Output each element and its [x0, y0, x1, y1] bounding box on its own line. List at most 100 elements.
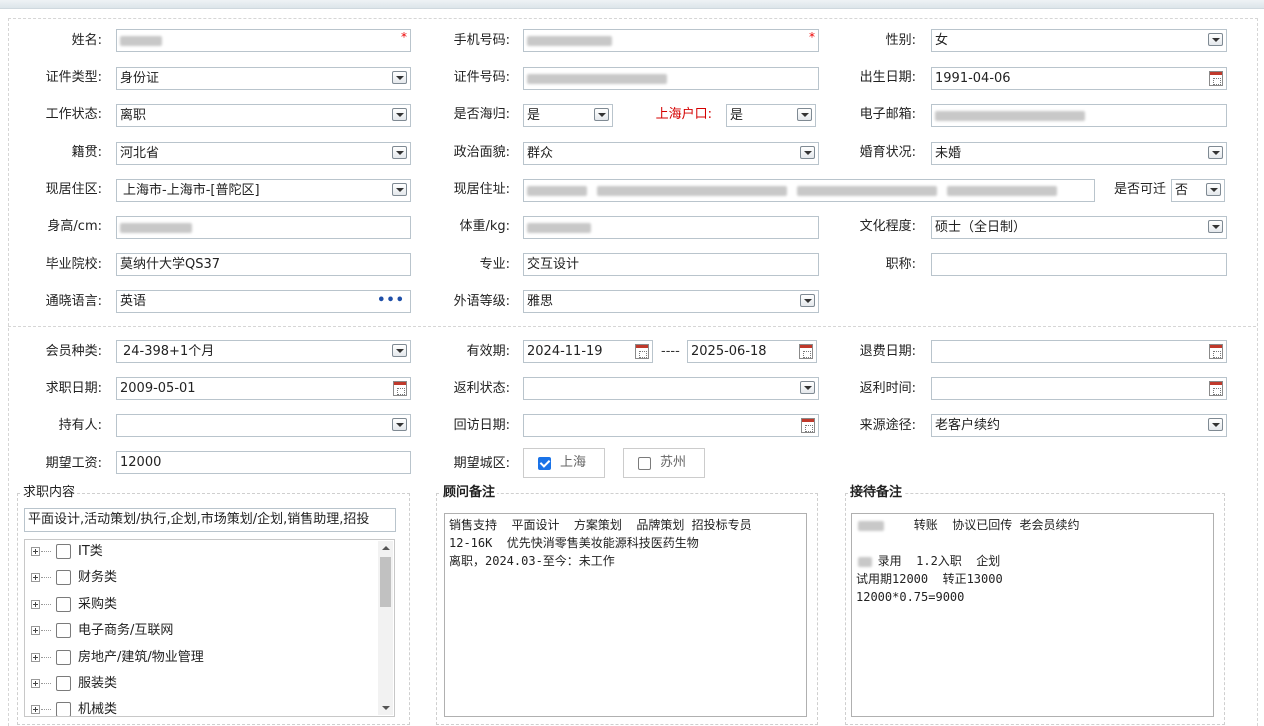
- scroll-up-icon[interactable]: [378, 541, 393, 555]
- source-select[interactable]: 老客户续约: [931, 414, 1227, 437]
- dropdown-arrow-icon[interactable]: [392, 146, 407, 159]
- major-input[interactable]: 交互设计: [523, 253, 819, 276]
- birth-date-input[interactable]: 1991-04-06: [931, 67, 1227, 90]
- top-bar: [0, 0, 1264, 9]
- dropdown-arrow-icon[interactable]: [392, 183, 407, 196]
- tree-scrollbar[interactable]: [378, 541, 393, 715]
- native-place-select[interactable]: 河北省: [116, 142, 411, 165]
- expand-icon[interactable]: [31, 679, 40, 688]
- hukou-select[interactable]: 是: [726, 104, 816, 127]
- political-label: 政治面貌:: [453, 145, 510, 160]
- expected-salary-value: 12000: [120, 455, 162, 470]
- relocate-value: 否: [1175, 183, 1189, 198]
- validity-end-input[interactable]: 2025-06-18: [687, 340, 817, 363]
- expand-icon[interactable]: [31, 626, 40, 635]
- expand-icon[interactable]: [31, 600, 40, 609]
- scroll-thumb[interactable]: [380, 557, 391, 607]
- height-input[interactable]: [116, 216, 411, 239]
- dropdown-arrow-icon[interactable]: [800, 294, 815, 307]
- calendar-icon[interactable]: [1209, 71, 1223, 86]
- political-select[interactable]: 群众: [523, 142, 819, 165]
- calendar-icon[interactable]: [801, 418, 815, 433]
- dropdown-arrow-icon[interactable]: [797, 108, 812, 121]
- rebate-status-label: 返利状态:: [453, 381, 510, 396]
- dropdown-arrow-icon[interactable]: [594, 108, 609, 121]
- name-input[interactable]: *: [116, 29, 411, 52]
- calendar-icon[interactable]: [1209, 344, 1223, 359]
- calendar-icon[interactable]: [635, 344, 649, 359]
- expand-icon[interactable]: [31, 653, 40, 662]
- id-number-input[interactable]: [523, 67, 819, 90]
- expected-salary-input[interactable]: 12000: [116, 451, 411, 474]
- more-options-icon[interactable]: •••: [377, 291, 405, 311]
- dropdown-arrow-icon[interactable]: [392, 344, 407, 357]
- job-category-tree[interactable]: IT类 财务类 采购类 电子商务/互联网 房地产/建筑/物业管理 服装类 机械类: [24, 539, 395, 717]
- validity-start-input[interactable]: 2024-11-19: [523, 340, 653, 363]
- calendar-icon[interactable]: [799, 344, 813, 359]
- tree-connector: [41, 551, 51, 552]
- tree-connector: [41, 657, 51, 658]
- member-type-select[interactable]: 24-398+1个月: [116, 340, 411, 363]
- calendar-icon[interactable]: [393, 381, 407, 396]
- job-date-input[interactable]: 2009-05-01: [116, 377, 411, 400]
- checkbox-icon[interactable]: [56, 544, 71, 559]
- school-input[interactable]: 莫纳什大学QS37: [116, 253, 411, 276]
- expand-icon[interactable]: [31, 547, 40, 556]
- phone-input[interactable]: *: [523, 29, 819, 52]
- reception-notes-textarea[interactable]: 转账 协议已回传 老会员续约 录用 1.2入职 企划 试用期12000 转正13…: [851, 513, 1214, 717]
- city-option-suzhou[interactable]: 苏州: [623, 448, 705, 478]
- scroll-down-icon[interactable]: [378, 701, 393, 715]
- language-level-value: 雅思: [527, 294, 554, 309]
- checkbox-checked-icon[interactable]: [538, 457, 551, 470]
- checkbox-icon[interactable]: [56, 702, 71, 716]
- residence-area-select[interactable]: 上海市-上海市-[普陀区]: [116, 179, 411, 202]
- language-input[interactable]: 英语 •••: [116, 290, 411, 313]
- expand-icon[interactable]: [31, 573, 40, 582]
- relocate-select[interactable]: 否: [1171, 179, 1225, 202]
- holder-select[interactable]: [116, 414, 411, 437]
- advisor-notes-textarea[interactable]: 销售支持 平面设计 方案策划 品牌策划 招投标专员 12-16K 优先快消零售美…: [444, 513, 807, 717]
- residence-address-input[interactable]: [523, 179, 1095, 202]
- dropdown-arrow-icon[interactable]: [1208, 418, 1223, 431]
- job-content-summary-input[interactable]: 平面设计,活动策划/执行,企划,市场策划/企划,销售助理,招投: [24, 508, 396, 532]
- redacted-text: [935, 110, 1085, 121]
- calendar-icon[interactable]: [1209, 381, 1223, 396]
- dropdown-arrow-icon[interactable]: [392, 71, 407, 84]
- checkbox-icon[interactable]: [56, 597, 71, 612]
- rebate-time-input[interactable]: [931, 377, 1227, 400]
- section-divider: [8, 326, 1256, 327]
- dropdown-arrow-icon[interactable]: [1206, 183, 1221, 196]
- checkbox-unchecked-icon[interactable]: [638, 457, 651, 470]
- language-value: 英语: [120, 294, 147, 309]
- marital-select[interactable]: 未婚: [931, 142, 1227, 165]
- residence-area-value: 上海市-上海市-[普陀区]: [123, 183, 260, 198]
- weight-input[interactable]: [523, 216, 819, 239]
- email-input[interactable]: [931, 104, 1227, 127]
- returnee-select[interactable]: 是: [523, 104, 613, 127]
- id-type-select[interactable]: 身份证: [116, 67, 411, 90]
- checkbox-icon[interactable]: [56, 650, 71, 665]
- work-status-select[interactable]: 离职: [116, 104, 411, 127]
- tree-node-label: 机械类: [78, 702, 118, 717]
- dropdown-arrow-icon[interactable]: [1208, 33, 1223, 46]
- gender-select[interactable]: 女: [931, 29, 1227, 52]
- dropdown-arrow-icon[interactable]: [1208, 146, 1223, 159]
- education-select[interactable]: 硕士（全日制）: [931, 216, 1227, 239]
- dropdown-arrow-icon[interactable]: [800, 146, 815, 159]
- language-level-select[interactable]: 雅思: [523, 290, 819, 313]
- dropdown-arrow-icon[interactable]: [800, 381, 815, 394]
- revisit-date-input[interactable]: [523, 414, 819, 437]
- checkbox-icon[interactable]: [56, 676, 71, 691]
- checkbox-icon[interactable]: [56, 570, 71, 585]
- expand-icon[interactable]: [31, 705, 40, 714]
- checkbox-icon[interactable]: [56, 623, 71, 638]
- city-option-shanghai[interactable]: 上海: [523, 448, 605, 478]
- language-level-label: 外语等级:: [453, 294, 510, 309]
- dropdown-arrow-icon[interactable]: [392, 108, 407, 121]
- marital-label: 婚育状况:: [859, 145, 916, 160]
- dropdown-arrow-icon[interactable]: [392, 418, 407, 431]
- dropdown-arrow-icon[interactable]: [1208, 220, 1223, 233]
- refund-date-input[interactable]: [931, 340, 1227, 363]
- rebate-status-select[interactable]: [523, 377, 819, 400]
- title-input[interactable]: [931, 253, 1227, 276]
